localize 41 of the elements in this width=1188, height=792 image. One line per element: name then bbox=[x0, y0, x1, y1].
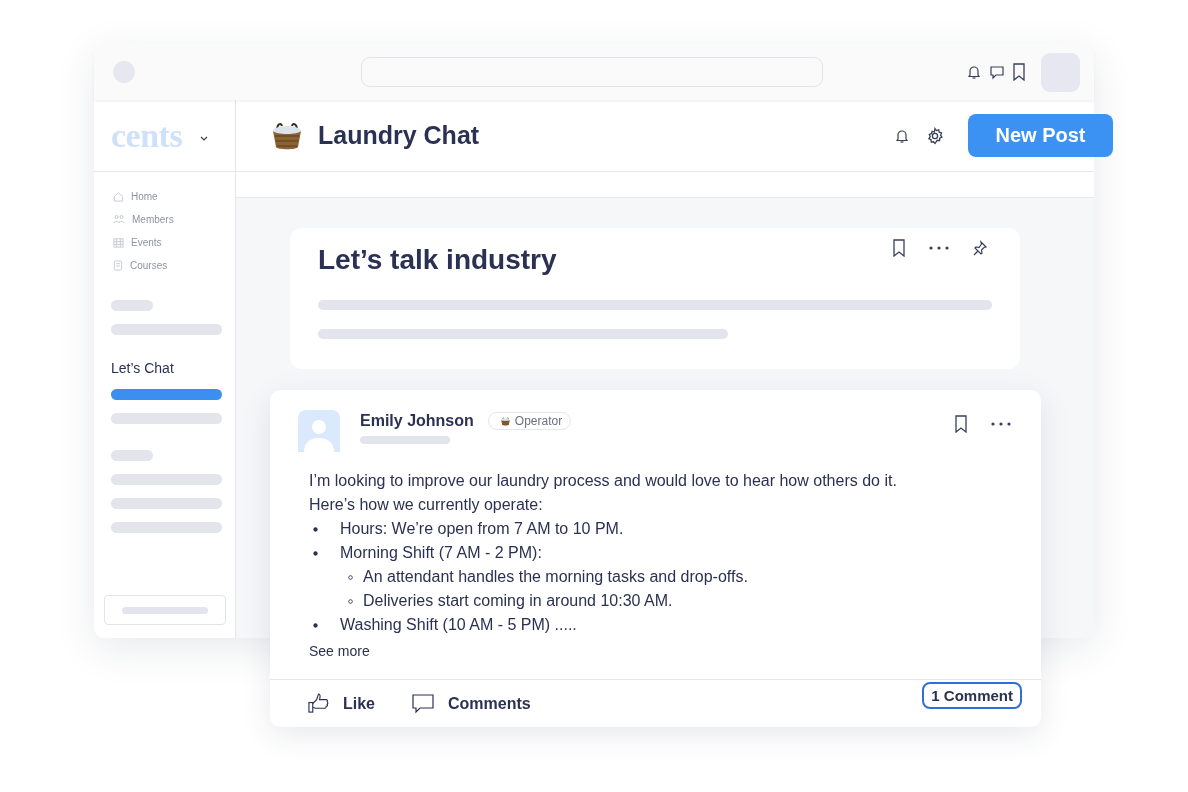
bell-icon[interactable] bbox=[894, 127, 910, 144]
post-text: Here’s how we currently operate: bbox=[309, 495, 544, 515]
bullet-icon bbox=[313, 527, 318, 533]
house-icon bbox=[113, 190, 124, 202]
see-more-link[interactable]: See more bbox=[309, 643, 1041, 659]
comment-count-button[interactable]: 1 Comment bbox=[922, 682, 1022, 709]
topic-title: Let’s talk industry bbox=[318, 244, 557, 276]
list-item-text: Washing Shift (10 AM - 5 PM) ..... bbox=[340, 615, 577, 635]
sidebar-field[interactable] bbox=[104, 595, 226, 625]
page-title: Laundry Chat bbox=[318, 121, 480, 150]
like-button[interactable]: Like bbox=[308, 693, 375, 714]
list-item-text: An attendant handles the morning tasks and drop-offs. bbox=[363, 567, 748, 587]
comments-button[interactable]: Comments bbox=[412, 693, 531, 714]
skeleton-bar bbox=[111, 300, 153, 311]
calendar-icon bbox=[113, 236, 124, 248]
thumbs-up-icon bbox=[308, 693, 329, 714]
list-item-text: Deliveries start coming in around 10:30 AM. bbox=[363, 591, 673, 611]
post-text: I’m looking to improve our laundry process and would love to hear how others do it. bbox=[309, 471, 898, 491]
caret-icon[interactable] bbox=[200, 136, 209, 141]
document-icon bbox=[113, 259, 123, 271]
settings-icon[interactable] bbox=[926, 126, 944, 145]
bookmark-icon[interactable] bbox=[1012, 63, 1026, 81]
people-icon bbox=[113, 214, 125, 224]
list-item-text: Hours: We’re open from 7 AM to 10 PM. bbox=[340, 519, 624, 539]
bullet-icon bbox=[313, 551, 318, 557]
circle-bullet-icon bbox=[348, 575, 353, 581]
bullet-icon bbox=[313, 623, 318, 629]
more-options-icon[interactable] bbox=[990, 421, 1012, 427]
circle-bullet-icon bbox=[348, 599, 353, 605]
list-item-text: Morning Shift (7 AM - 2 PM): bbox=[340, 543, 542, 563]
more-options-icon[interactable] bbox=[928, 245, 950, 251]
pin-icon[interactable] bbox=[972, 240, 988, 256]
skeleton-bar bbox=[111, 450, 153, 461]
chat-bubble-icon[interactable] bbox=[989, 64, 1005, 80]
comment-icon bbox=[412, 693, 434, 714]
bookmark-icon[interactable] bbox=[954, 415, 968, 433]
avatar-silhouette bbox=[298, 410, 340, 452]
bookmark-icon[interactable] bbox=[892, 239, 906, 257]
author-name[interactable]: Emily Johnson bbox=[360, 412, 474, 430]
section-title: Let’s Chat bbox=[111, 360, 175, 376]
bell-icon[interactable] bbox=[966, 64, 982, 80]
